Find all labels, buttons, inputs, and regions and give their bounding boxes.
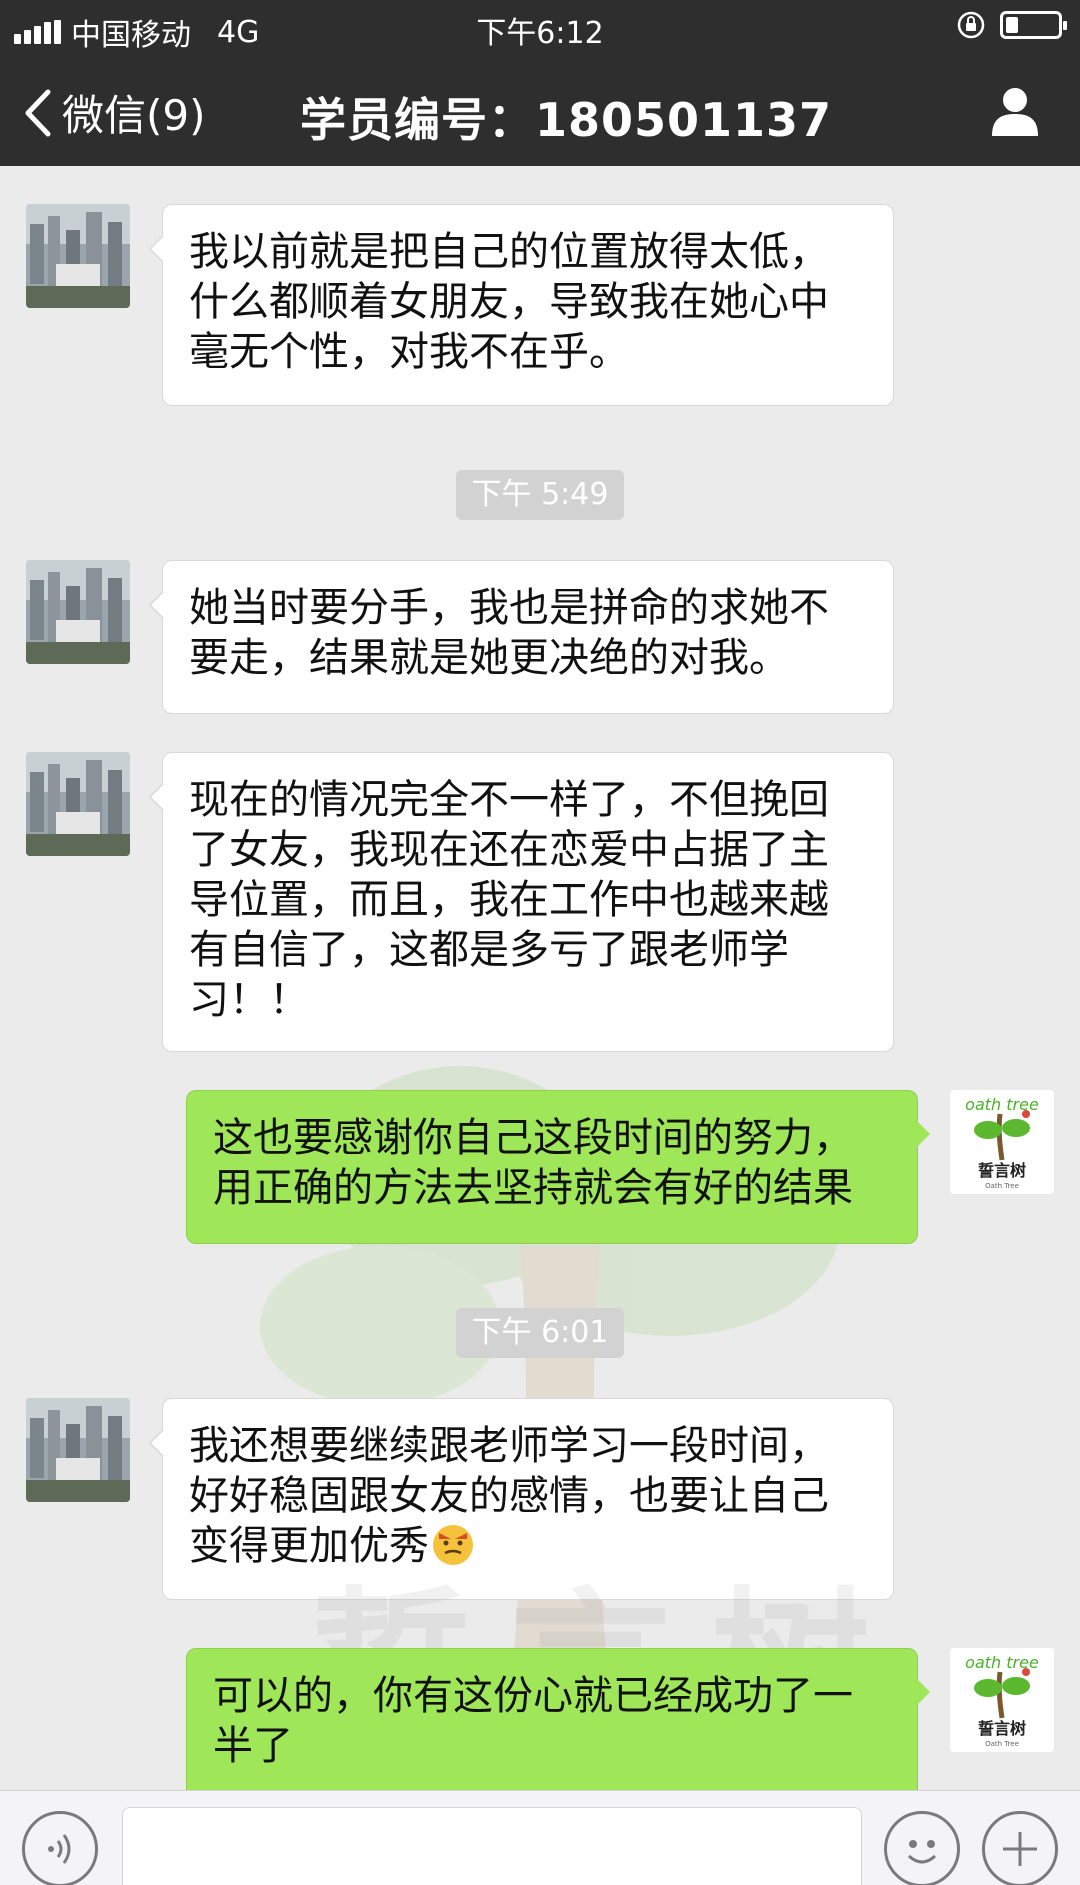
- my-avatar[interactable]: oath tree 誓言树 Oath Tree: [950, 1090, 1054, 1194]
- svg-text:Oath Tree: Oath Tree: [985, 1740, 1019, 1748]
- chat-area[interactable]: 我以前就是把自己的位置放得太低，什么都顺着女朋友，导致我在她心中毫无个性，对我不…: [0, 166, 1080, 1790]
- chat-title: 学员编号：180501137: [300, 93, 833, 147]
- status-bar: 中国移动 4G 下午6:12: [0, 0, 1080, 54]
- city-photo-icon: [26, 204, 130, 308]
- contact-avatar[interactable]: [26, 1398, 130, 1502]
- message-text: 我还想要继续跟老师学习一段时间，好好稳固跟女友的感情，也要让自己变得更加优秀: [189, 1423, 829, 1569]
- svg-text:Oath Tree: Oath Tree: [985, 1182, 1019, 1190]
- input-bar: [0, 1790, 1080, 1885]
- rotation-lock-icon: [957, 11, 985, 39]
- contact-avatar[interactable]: [26, 560, 130, 664]
- chevron-left-icon: [25, 89, 51, 136]
- plus-icon: [1003, 1832, 1037, 1866]
- back-label: 微信(9): [62, 91, 206, 140]
- city-photo-icon: [26, 752, 130, 856]
- message-bubble-in[interactable]: 现在的情况完全不一样了，不但挽回了女友，我现在还在恋爱中占据了主导位置，而且，我…: [149, 752, 894, 1052]
- message-bubble-in[interactable]: 我以前就是把自己的位置放得太低，什么都顺着女朋友，导致我在她心中毫无个性，对我不…: [149, 204, 894, 406]
- message-bubble-in[interactable]: 我还想要继续跟老师学习一段时间，好好稳固跟女友的感情，也要让自己变得更加优秀: [149, 1398, 894, 1600]
- smiley-emoji-icon: [433, 1525, 473, 1565]
- oath-tree-logo-icon: oath tree 誓言树 Oath Tree: [950, 1648, 1054, 1752]
- contact-avatar[interactable]: [26, 752, 130, 856]
- city-photo-icon: [26, 560, 130, 664]
- smiley-icon: [907, 1840, 937, 1864]
- message-bubble-out[interactable]: 这也要感谢你自己这段时间的努力，用正确的方法去坚持就会有好的结果: [186, 1090, 930, 1244]
- status-time: 下午6:12: [476, 16, 604, 51]
- nav-bar: 微信(9) 学员编号：180501137: [0, 54, 1080, 166]
- timestamp-pill: 下午 6:01: [456, 1308, 624, 1358]
- oath-tree-logo-icon: oath tree 誓言树 Oath Tree: [950, 1090, 1054, 1194]
- status-right: [956, 10, 1067, 40]
- message-bubble-in[interactable]: 她当时要分手，我也是拼命的求她不要走，结果就是她更决绝的对我。: [149, 560, 894, 714]
- person-icon[interactable]: [988, 84, 1042, 138]
- voice-icon: [48, 1834, 71, 1864]
- svg-text:誓言树: 誓言树: [978, 1161, 1026, 1180]
- city-photo-icon: [26, 1398, 130, 1502]
- back-button[interactable]: 微信(9): [22, 82, 206, 143]
- timestamp-pill: 下午 5:49: [456, 470, 624, 520]
- voice-button[interactable]: [22, 1811, 98, 1885]
- emoji-button[interactable]: [884, 1811, 960, 1885]
- svg-text:誓言树: 誓言树: [978, 1719, 1026, 1738]
- message-input[interactable]: [122, 1807, 862, 1885]
- contact-avatar[interactable]: [26, 204, 130, 308]
- my-avatar[interactable]: oath tree 誓言树 Oath Tree: [950, 1648, 1054, 1752]
- more-button[interactable]: [982, 1811, 1058, 1885]
- message-bubble-out[interactable]: 可以的，你有这份心就已经成功了一半了: [186, 1648, 930, 1790]
- battery-icon: [1000, 11, 1067, 39]
